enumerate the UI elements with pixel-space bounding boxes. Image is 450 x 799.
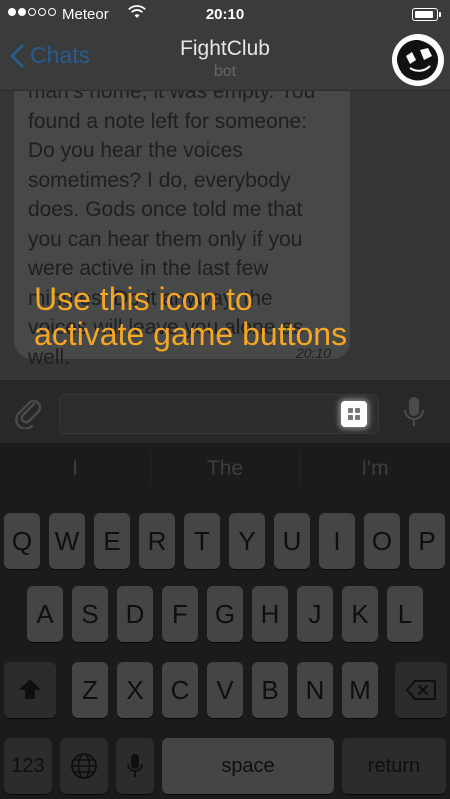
- key-j[interactable]: J: [297, 586, 333, 642]
- hint-annotation: Use this icon to activate game buttons: [34, 281, 348, 352]
- key-p[interactable]: P: [409, 513, 445, 569]
- key-l[interactable]: L: [387, 586, 423, 642]
- key-k[interactable]: K: [342, 586, 378, 642]
- key-v[interactable]: V: [207, 662, 243, 718]
- suggestion-item[interactable]: I'm: [300, 457, 450, 481]
- key-b[interactable]: B: [252, 662, 288, 718]
- message-input-bar: [0, 380, 450, 443]
- chat-header: Chats FightClub bot: [0, 30, 450, 91]
- suggestion-item[interactable]: The: [150, 457, 300, 481]
- game-buttons-icon[interactable]: [341, 401, 367, 427]
- backspace-icon: [406, 680, 436, 700]
- key-r[interactable]: R: [139, 513, 175, 569]
- message-input[interactable]: [59, 394, 379, 434]
- key-x[interactable]: X: [117, 662, 153, 718]
- status-time: 20:10: [205, 6, 245, 23]
- key-o[interactable]: O: [364, 513, 400, 569]
- key-y[interactable]: Y: [229, 513, 265, 569]
- key-z[interactable]: Z: [72, 662, 108, 718]
- space-key[interactable]: space: [162, 738, 334, 794]
- microphone-icon[interactable]: [402, 395, 426, 434]
- key-e[interactable]: E: [94, 513, 130, 569]
- status-bar: Meteor 20:10: [0, 0, 450, 30]
- globe-key[interactable]: [60, 738, 108, 794]
- key-h[interactable]: H: [252, 586, 288, 642]
- key-a[interactable]: A: [27, 586, 63, 642]
- microphone-icon: [127, 754, 143, 777]
- bot-avatar[interactable]: [392, 34, 444, 86]
- key-d[interactable]: D: [117, 586, 153, 642]
- globe-icon: [71, 753, 97, 779]
- chat-title[interactable]: FightClub: [0, 37, 450, 61]
- return-key[interactable]: return: [342, 738, 446, 794]
- key-g[interactable]: G: [207, 586, 243, 642]
- key-t[interactable]: T: [184, 513, 220, 569]
- key-i[interactable]: I: [319, 513, 355, 569]
- suggestion-item[interactable]: I: [0, 457, 150, 481]
- battery-icon: [412, 8, 441, 21]
- key-n[interactable]: N: [297, 662, 333, 718]
- numbers-key[interactable]: 123: [4, 738, 52, 794]
- dictation-key[interactable]: [116, 738, 154, 794]
- shift-key[interactable]: [4, 662, 56, 718]
- key-u[interactable]: U: [274, 513, 310, 569]
- key-m[interactable]: M: [342, 662, 378, 718]
- keyboard: I The I'm Q W E R T Y U I O P A S D F G …: [0, 443, 450, 799]
- backspace-key[interactable]: [395, 662, 447, 718]
- key-f[interactable]: F: [162, 586, 198, 642]
- suggestion-bar: I The I'm: [0, 443, 450, 493]
- key-s[interactable]: S: [72, 586, 108, 642]
- key-w[interactable]: W: [49, 513, 85, 569]
- paperclip-icon[interactable]: [12, 395, 46, 434]
- chat-subtitle: bot: [213, 63, 237, 80]
- key-c[interactable]: C: [162, 662, 198, 718]
- shift-icon: [19, 679, 41, 699]
- key-q[interactable]: Q: [4, 513, 40, 569]
